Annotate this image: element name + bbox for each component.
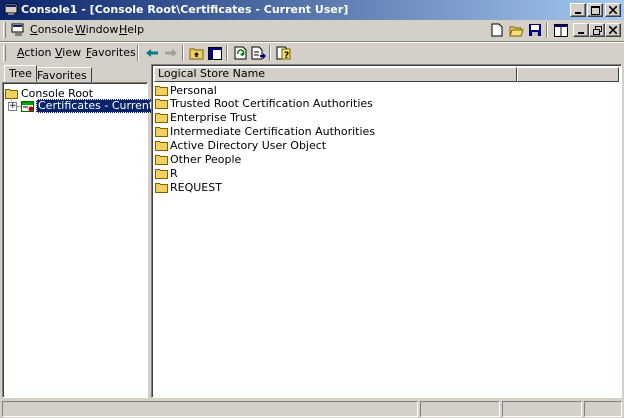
list-item[interactable]: Personal xyxy=(155,83,217,97)
folder-icon xyxy=(155,168,168,179)
list-item[interactable]: REQUEST xyxy=(155,180,222,194)
minimize-button[interactable] xyxy=(570,3,586,17)
folder-icon xyxy=(155,113,168,124)
list-item-label: R xyxy=(170,166,178,180)
list-item-label: Trusted Root Certification Authorities xyxy=(170,97,373,111)
mdi-close-button[interactable] xyxy=(605,23,621,37)
status-cell-2 xyxy=(420,401,500,417)
minimize-icon xyxy=(575,12,581,14)
show-hide-tree-icon xyxy=(208,46,222,60)
status-bar xyxy=(0,399,624,418)
open-button[interactable] xyxy=(507,21,525,39)
forward-arrow-icon xyxy=(165,49,177,57)
list-item[interactable]: Enterprise Trust xyxy=(155,111,257,125)
save-icon xyxy=(529,24,541,36)
list-item[interactable]: Active Directory User Object xyxy=(155,139,326,153)
status-cell-4 xyxy=(584,401,622,417)
tree-expander[interactable]: + xyxy=(8,102,17,111)
tab-favorites[interactable]: Favorites xyxy=(32,67,92,83)
folder-icon xyxy=(155,85,168,96)
menu-bar: Console Window Help xyxy=(0,20,624,40)
list-item-label: REQUEST xyxy=(170,180,222,194)
tree-item-console-root[interactable]: Console Root xyxy=(5,86,93,100)
up-one-level-button[interactable] xyxy=(187,44,205,62)
list-item[interactable]: Trusted Root Certification Authorities xyxy=(155,97,373,111)
minimize-icon xyxy=(578,32,584,34)
column-header-logical-store-name[interactable]: Logical Store Name xyxy=(154,67,517,82)
window-title: Console1 - [Console Root\Certificates - … xyxy=(21,3,349,16)
folder-icon xyxy=(155,155,168,165)
tree-view[interactable]: Console Root + Certificates - Current Us… xyxy=(2,82,184,398)
tile-windows-button[interactable] xyxy=(552,21,570,39)
list-item-label: Personal xyxy=(170,83,217,97)
menu-help[interactable]: Help xyxy=(119,23,144,36)
status-cell-3 xyxy=(502,401,582,417)
restore-icon xyxy=(592,25,602,35)
maximize-button[interactable] xyxy=(587,3,603,17)
folder-icon xyxy=(155,127,168,138)
folder-icon xyxy=(155,141,168,152)
toolbar-separator xyxy=(226,45,228,61)
mmc-console-icon xyxy=(4,3,18,15)
menu-window[interactable]: Window xyxy=(75,23,118,36)
up-folder-icon xyxy=(189,48,203,59)
close-button[interactable] xyxy=(605,3,621,17)
back-arrow-icon xyxy=(146,49,158,57)
list-item[interactable]: R xyxy=(155,166,178,180)
toolbar-grip xyxy=(3,45,6,61)
tab-tree[interactable]: Tree xyxy=(4,65,37,82)
menu-view[interactable]: View xyxy=(55,46,81,59)
refresh-icon xyxy=(234,46,246,60)
folder-icon xyxy=(155,182,168,193)
toolbar-separator xyxy=(182,45,184,61)
show-hide-tree-button[interactable] xyxy=(206,44,224,62)
status-cell-main xyxy=(2,401,418,417)
list-item-label: Intermediate Certification Authorities xyxy=(170,125,376,139)
results-pane[interactable]: Logical Store Name Personal Trusted Root … xyxy=(151,64,622,398)
folder-icon xyxy=(155,99,168,110)
column-header-empty[interactable] xyxy=(517,67,619,82)
forward-button[interactable] xyxy=(162,44,180,62)
toolbar-separator xyxy=(546,22,548,38)
certificates-icon xyxy=(21,101,34,112)
list-item-label: Enterprise Trust xyxy=(170,111,257,125)
new-button[interactable] xyxy=(488,21,506,39)
toolbar-separator xyxy=(269,45,271,61)
list-item-label: Active Directory User Object xyxy=(170,139,327,153)
export-list-button[interactable] xyxy=(249,44,267,62)
list-item[interactable]: Intermediate Certification Authorities xyxy=(155,125,375,139)
menu-favorites[interactable]: Favorites xyxy=(86,46,136,59)
new-icon xyxy=(491,23,503,37)
close-icon xyxy=(609,6,617,14)
toolbar-separator xyxy=(137,45,139,61)
maximize-icon xyxy=(590,5,600,15)
folder-icon xyxy=(5,88,18,99)
tree-item-label: Console Root xyxy=(21,86,94,100)
open-folder-icon xyxy=(508,26,524,36)
help-icon: ? xyxy=(276,46,290,60)
mdi-minimize-button[interactable] xyxy=(573,23,589,37)
export-list-icon xyxy=(251,46,266,60)
help-button[interactable]: ? xyxy=(274,44,292,62)
save-button[interactable] xyxy=(526,21,544,39)
close-icon xyxy=(609,26,617,34)
list-item[interactable]: Other People xyxy=(155,153,241,167)
action-toolbar: Action View Favorites ? xyxy=(0,41,624,63)
back-button[interactable] xyxy=(143,44,161,62)
menu-console[interactable]: Console xyxy=(30,23,74,36)
console-menu-icon xyxy=(11,23,24,36)
list-item-label: Other People xyxy=(170,153,242,166)
title-bar[interactable]: Console1 - [Console Root\Certificates - … xyxy=(0,0,624,20)
refresh-button[interactable] xyxy=(231,44,249,62)
menu-grip xyxy=(3,22,6,38)
mdi-restore-button[interactable] xyxy=(589,23,605,37)
menu-action[interactable]: Action xyxy=(17,46,51,59)
tile-icon xyxy=(554,23,568,37)
svg-text:?: ? xyxy=(284,51,289,60)
